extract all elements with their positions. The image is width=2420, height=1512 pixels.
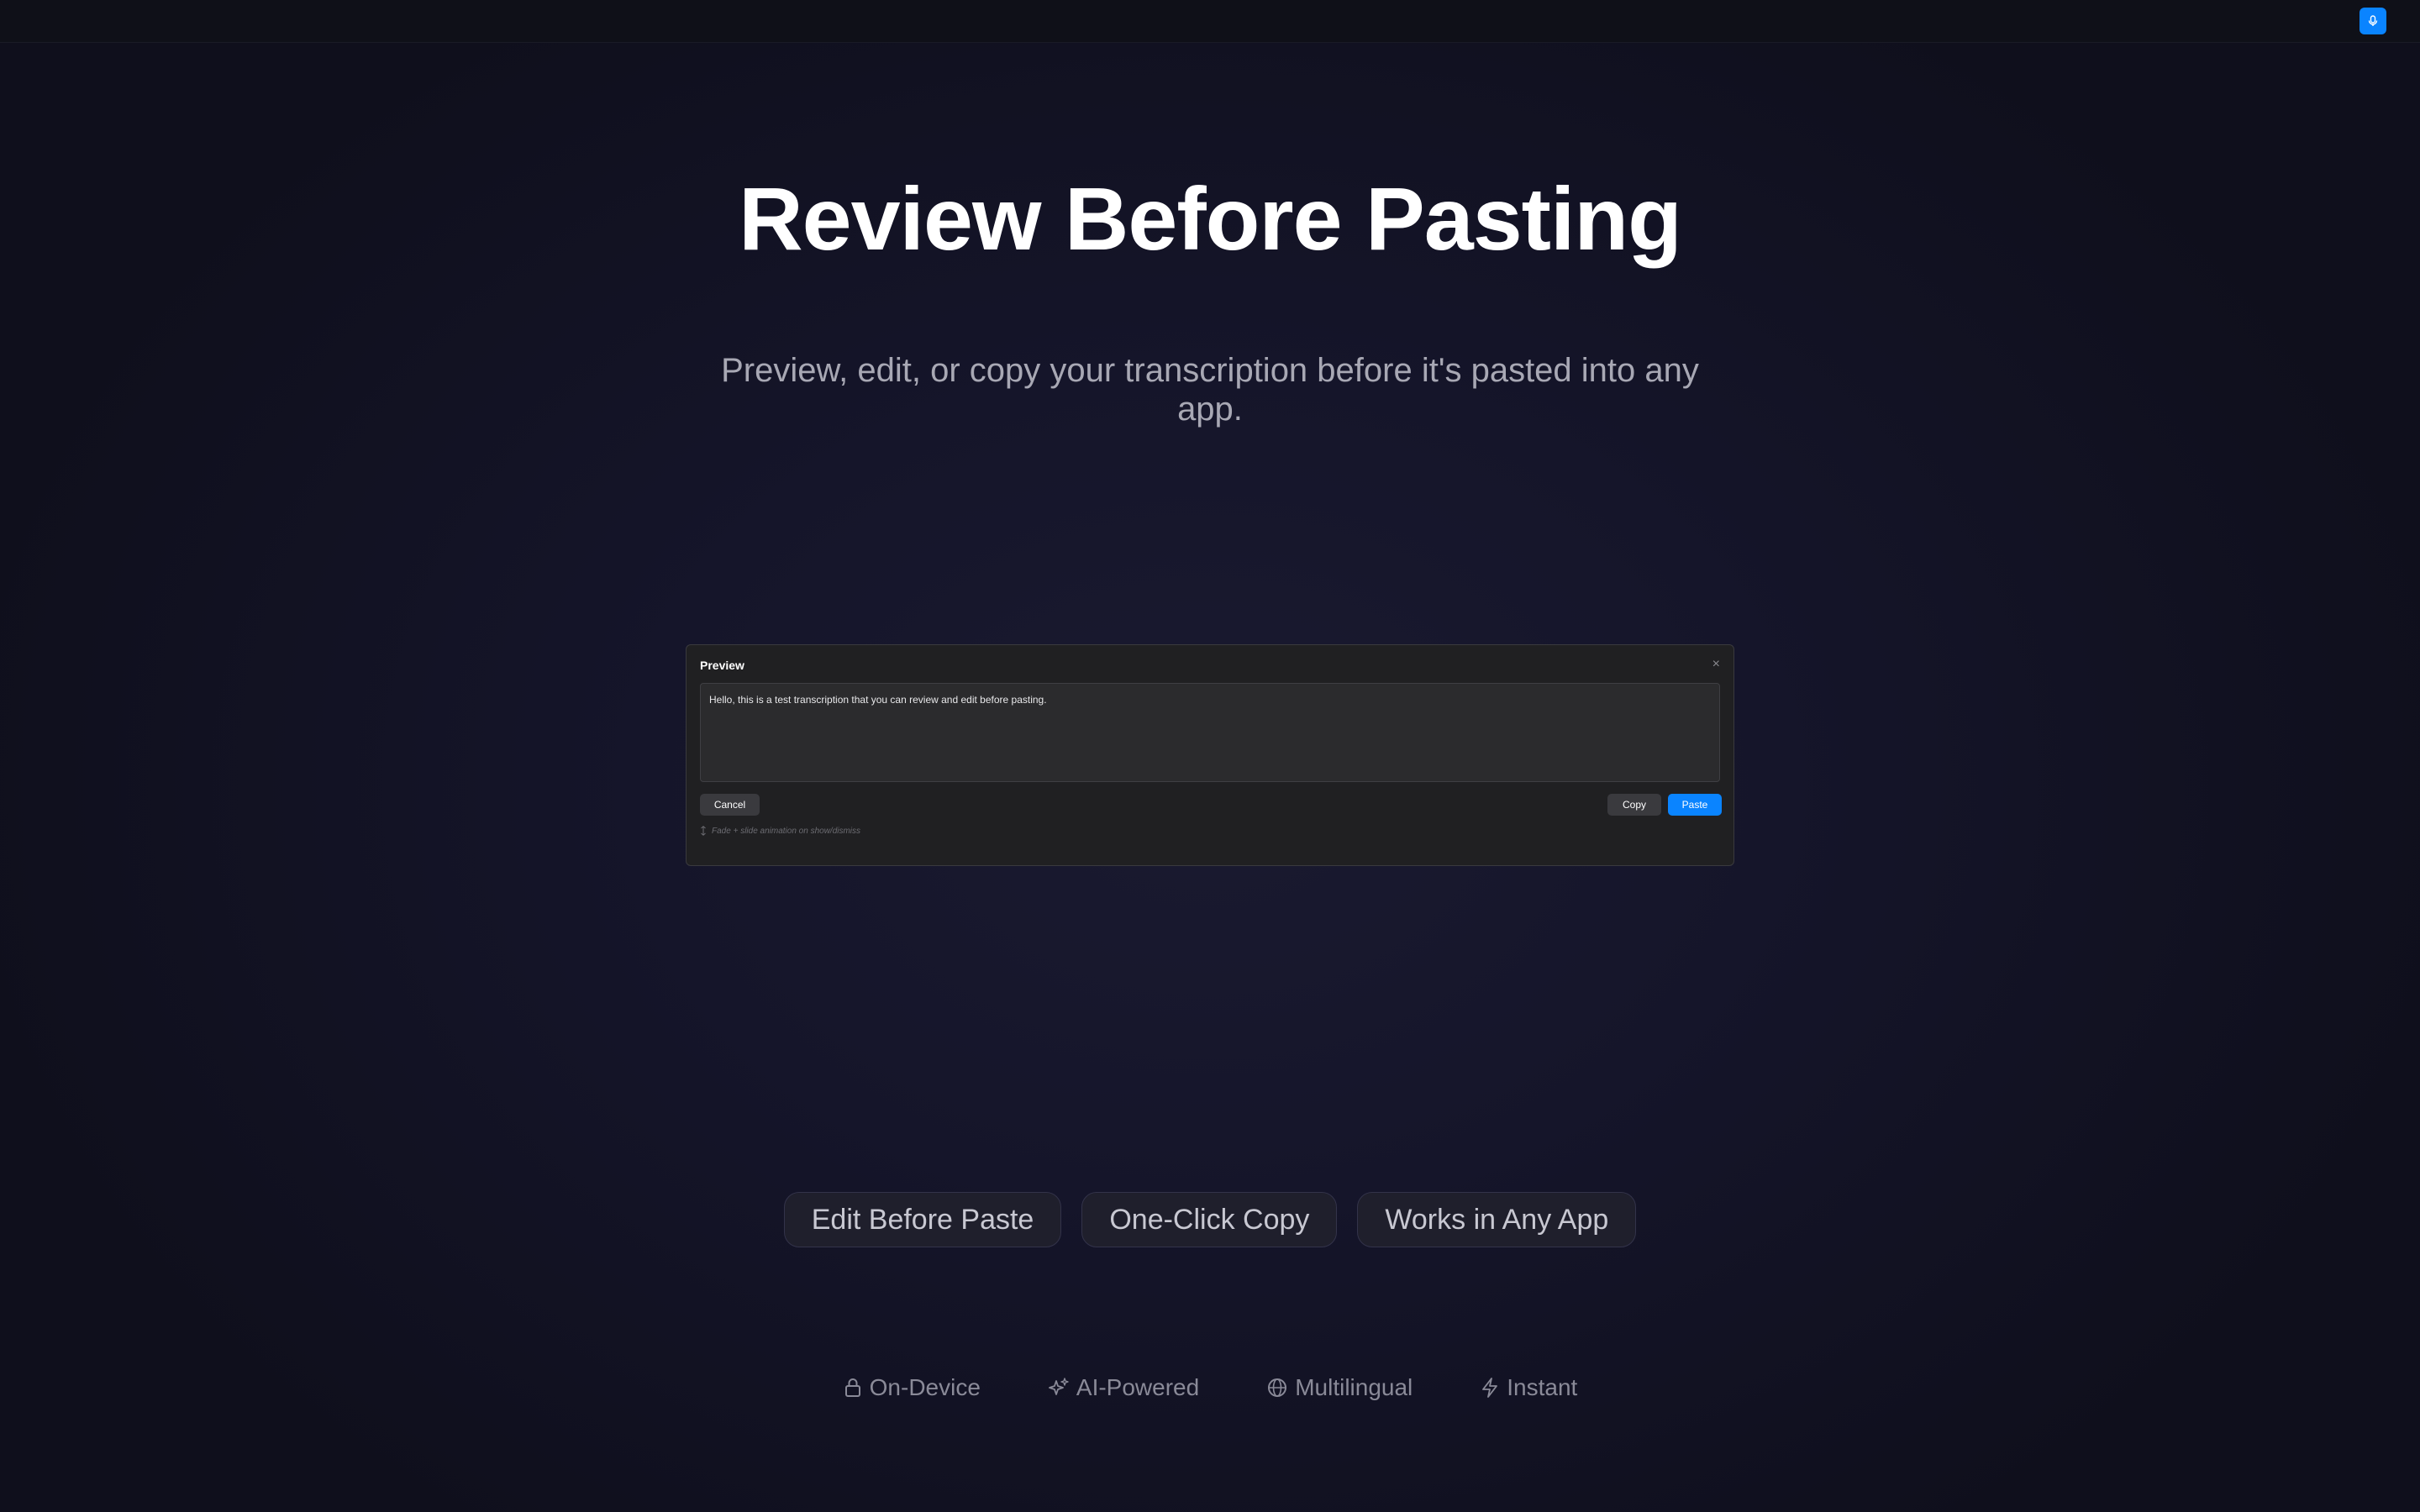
transcription-textarea[interactable]: Hello, this is a test transcription that… bbox=[700, 683, 1720, 782]
close-icon[interactable]: × bbox=[1712, 657, 1720, 672]
animation-hint: Fade + slide animation on show/dismiss bbox=[700, 826, 860, 836]
globe-icon bbox=[1268, 1378, 1287, 1397]
feature-label: AI-Powered bbox=[1076, 1374, 1200, 1400]
animation-hint-text: Fade + slide animation on show/dismiss bbox=[712, 826, 861, 836]
microphone-button[interactable] bbox=[2360, 8, 2386, 34]
hero-title: Review Before Pasting bbox=[739, 170, 1682, 269]
lightning-icon bbox=[1482, 1378, 1498, 1398]
hero-subtitle: Preview, edit, or copy your transcriptio… bbox=[721, 352, 1699, 428]
feature-list: On-Device AI-Powered Multilingual Instan… bbox=[0, 1374, 2420, 1401]
feature-pills: Edit Before Paste One-Click Copy Works i… bbox=[0, 1192, 2420, 1247]
feature-instant: Instant bbox=[1480, 1374, 1577, 1401]
pill-works-in-any-app: Works in Any App bbox=[1357, 1192, 1637, 1247]
cancel-button[interactable]: Cancel bbox=[700, 794, 760, 816]
copy-button[interactable]: Copy bbox=[1607, 794, 1661, 816]
preview-title: Preview bbox=[700, 659, 744, 672]
feature-ai-powered: AI-Powered bbox=[1048, 1374, 1199, 1401]
menu-bar bbox=[0, 0, 2420, 43]
vertical-arrows-icon bbox=[701, 826, 706, 836]
sparkles-icon bbox=[1049, 1378, 1069, 1395]
feature-label: Instant bbox=[1507, 1374, 1578, 1400]
lock-icon bbox=[844, 1378, 860, 1397]
feature-multilingual: Multilingual bbox=[1266, 1374, 1413, 1401]
preview-panel: Preview × Hello, this is a test transcri… bbox=[686, 644, 1734, 866]
feature-label: On-Device bbox=[869, 1374, 981, 1400]
pill-edit-before-paste: Edit Before Paste bbox=[783, 1192, 1062, 1247]
feature-on-device: On-Device bbox=[843, 1374, 981, 1401]
feature-label: Multilingual bbox=[1295, 1374, 1413, 1400]
pill-one-click-copy: One-Click Copy bbox=[1081, 1192, 1338, 1247]
microphone-icon bbox=[2368, 15, 2378, 26]
paste-button[interactable]: Paste bbox=[1668, 794, 1722, 816]
